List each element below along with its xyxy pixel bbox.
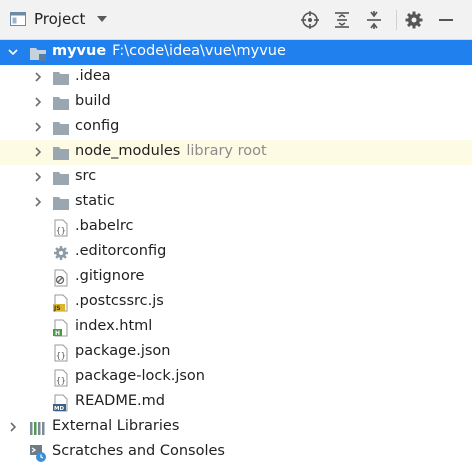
js-file-icon: JS (53, 294, 68, 312)
external-libraries-label: External Libraries (52, 418, 180, 434)
collapsed-arrow-icon[interactable] (33, 72, 43, 82)
project-view-title[interactable]: Project (34, 10, 85, 28)
folder-icon (53, 72, 69, 85)
svg-text:JS: JS (53, 305, 61, 312)
folder-icon (53, 172, 69, 185)
svg-text:{}: {} (56, 351, 66, 360)
folder-icon (53, 147, 69, 160)
scratches-label: Scratches and Consoles (52, 443, 225, 459)
collapsed-arrow-icon[interactable] (33, 97, 43, 107)
file-label: .gitignore (75, 268, 145, 284)
toolbar-separator (396, 10, 397, 30)
root-name: myvue (52, 43, 107, 59)
json-file-icon: {} (54, 344, 68, 362)
tree-row-external-libraries[interactable]: External Libraries (0, 415, 472, 440)
scratches-icon (30, 445, 46, 462)
collapsed-arrow-icon[interactable] (33, 122, 43, 132)
file-label: .editorconfig (75, 243, 167, 259)
collapsed-arrow-icon[interactable] (33, 172, 43, 182)
tree-row-file[interactable]: {} .babelrc (0, 215, 472, 240)
folder-label: node_modules (75, 143, 181, 159)
root-path: F:\code\idea\vue\myvue (112, 43, 286, 59)
tree-row-file[interactable]: MD README.md (0, 390, 472, 415)
library-root-hint: library root (186, 143, 267, 159)
folder-label: build (75, 93, 111, 109)
svg-text:H: H (55, 330, 60, 337)
folder-icon (53, 122, 69, 135)
libraries-icon (30, 422, 45, 435)
markdown-file-icon: MD (53, 394, 68, 412)
tree-row-folder[interactable]: build (0, 90, 472, 115)
collapsed-arrow-icon[interactable] (33, 197, 43, 207)
project-tool-window-header: Project (0, 0, 472, 40)
tree-row-file[interactable]: .gitignore (0, 265, 472, 290)
file-label: package.json (75, 343, 171, 359)
ignore-file-icon (54, 269, 68, 287)
file-label: .babelrc (75, 218, 134, 234)
folder-label: .idea (75, 68, 111, 84)
tree-row-file[interactable]: H index.html (0, 315, 472, 340)
collapse-all-icon[interactable] (364, 10, 384, 30)
collapsed-arrow-icon[interactable] (8, 422, 18, 432)
tree-row-folder[interactable]: src (0, 165, 472, 190)
settings-icon[interactable] (404, 10, 424, 30)
project-view-icon (10, 12, 26, 26)
folder-icon (53, 97, 69, 110)
tree-row-scratches[interactable]: Scratches and Consoles (0, 440, 472, 465)
file-label: package-lock.json (75, 368, 205, 384)
expand-all-icon[interactable] (332, 10, 352, 30)
tree-row-file[interactable]: .editorconfig (0, 240, 472, 265)
json-file-icon: {} (54, 369, 68, 387)
tree-row-file[interactable]: JS .postcssrc.js (0, 290, 472, 315)
config-gear-file-icon (54, 246, 68, 260)
tree-row-file[interactable]: {} package.json (0, 340, 472, 365)
locate-icon[interactable] (300, 10, 320, 30)
tree-row-file[interactable]: {} package-lock.json (0, 365, 472, 390)
module-folder-icon (30, 48, 46, 61)
file-label: index.html (75, 318, 153, 334)
tree-row-folder[interactable]: static (0, 190, 472, 215)
svg-text:MD: MD (54, 406, 64, 412)
hide-icon[interactable] (436, 10, 456, 30)
tree-row-folder[interactable]: .idea (0, 65, 472, 90)
folder-label: static (75, 193, 115, 209)
collapsed-arrow-icon[interactable] (33, 147, 43, 157)
folder-icon (53, 197, 69, 210)
tree-row-folder[interactable]: config (0, 115, 472, 140)
tree-row-root[interactable]: myvue F:\code\idea\vue\myvue (0, 40, 472, 65)
file-label: .postcssrc.js (75, 293, 164, 309)
expanded-arrow-icon[interactable] (8, 47, 18, 57)
html-file-icon: H (53, 319, 68, 337)
file-label: README.md (75, 393, 165, 409)
svg-text:{}: {} (56, 376, 66, 385)
json-file-icon: {} (54, 219, 68, 237)
tree-row-folder-library-root[interactable]: node_modules library root (0, 140, 472, 165)
folder-label: config (75, 118, 120, 134)
chevron-down-icon[interactable] (96, 14, 108, 24)
svg-text:{}: {} (56, 226, 66, 235)
folder-label: src (75, 168, 97, 184)
